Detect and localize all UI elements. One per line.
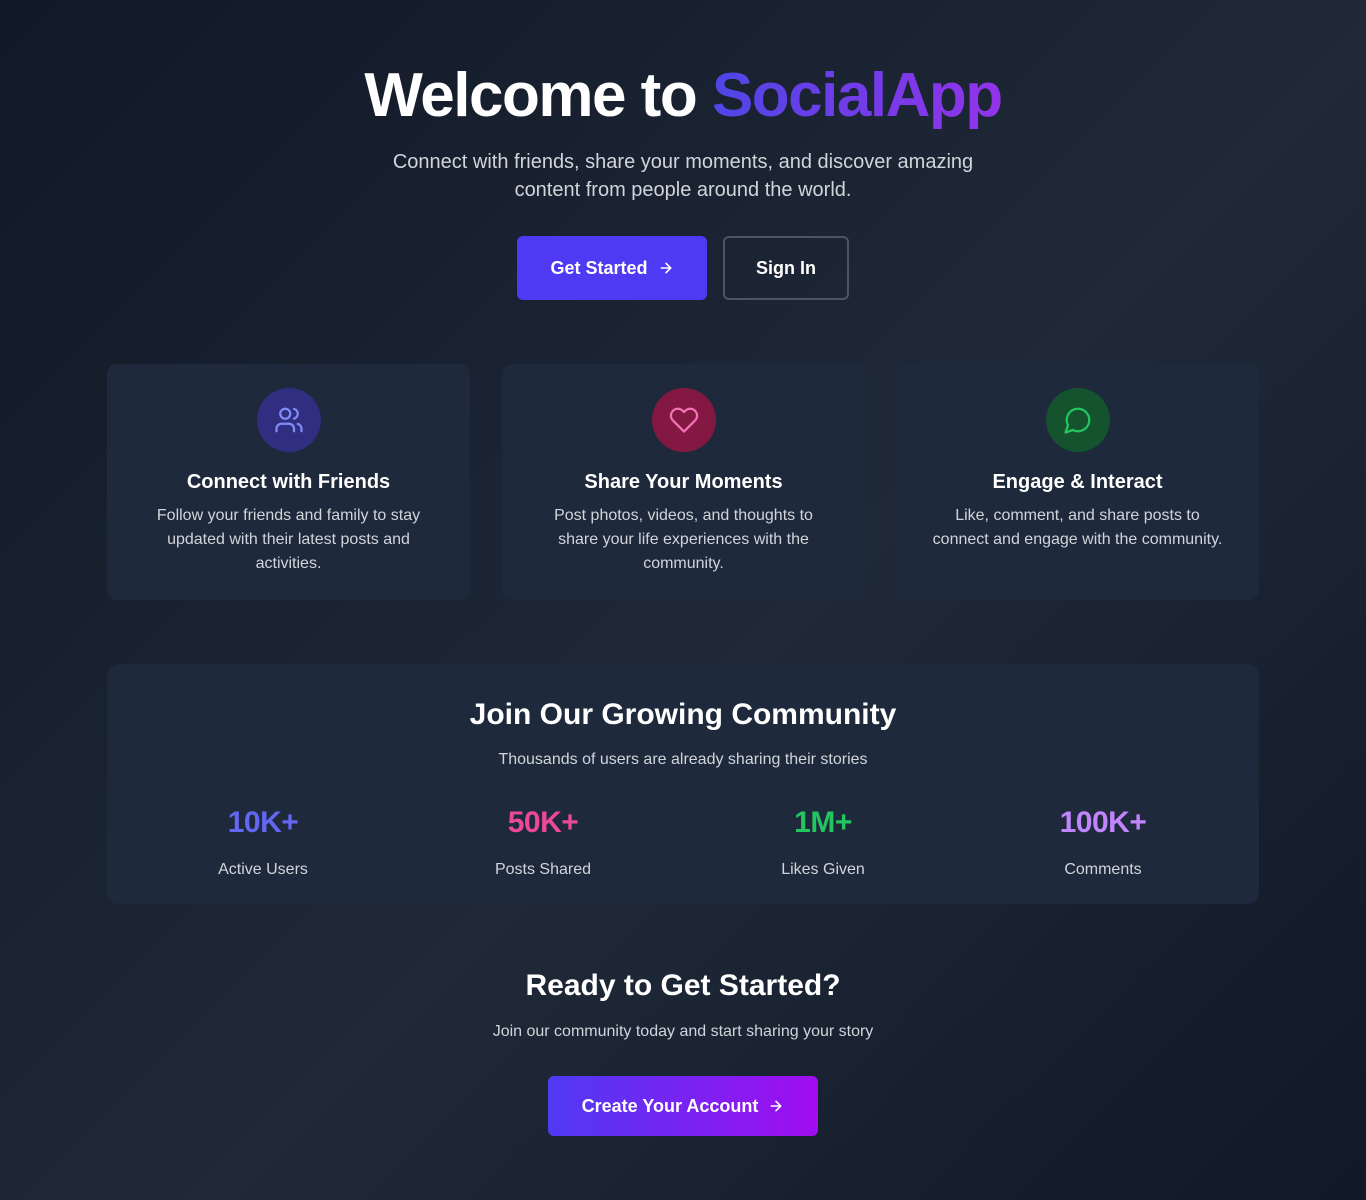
community-subtitle: Thousands of users are already sharing t…	[498, 751, 868, 768]
feature-title: Share Your Moments	[584, 471, 783, 493]
stat-label: Comments	[1064, 861, 1142, 878]
community-section: Join Our Growing Community Thousands of …	[107, 664, 1259, 904]
feature-description: Post photos, videos, and thoughts to sha…	[554, 507, 813, 572]
feature-card-engage: Engage & Interact Like, comment, and sha…	[896, 364, 1259, 600]
feature-description: Follow your friends and family to stay u…	[156, 507, 421, 572]
stat-label: Likes Given	[781, 861, 865, 878]
feature-card-connect: Connect with Friends Follow your friends…	[107, 364, 470, 600]
stat-likes-given: 1M+ Likes Given	[683, 804, 963, 880]
stat-active-users: 10K+ Active Users	[123, 804, 403, 880]
arrow-right-icon	[770, 1100, 782, 1112]
sign-in-button[interactable]: Sign In	[723, 236, 849, 300]
cta-subtitle: Join our community today and start shari…	[492, 1023, 874, 1040]
stat-label: Active Users	[218, 861, 308, 878]
title-prefix: Welcome to	[364, 61, 712, 130]
arrow-right-icon	[660, 262, 671, 274]
stat-value: 50K+	[507, 806, 579, 839]
sign-in-label: Sign In	[756, 257, 816, 278]
get-started-label: Get Started	[550, 257, 648, 278]
stat-value: 100K+	[1059, 806, 1147, 839]
hero-subtitle: Connect with friends, share your moments…	[392, 151, 974, 201]
feature-title: Engage & Interact	[992, 471, 1163, 493]
create-account-button[interactable]: Create Your Account	[548, 1076, 818, 1136]
users-icon	[257, 388, 321, 452]
stat-label: Posts Shared	[494, 861, 592, 878]
feature-title: Connect with Friends	[186, 471, 391, 493]
community-title: Join Our Growing Community	[469, 698, 897, 731]
message-circle-icon	[1046, 388, 1110, 452]
feature-description: Like, comment, and share posts to connec…	[932, 507, 1223, 548]
feature-card-share: Share Your Moments Post photos, videos, …	[502, 364, 865, 600]
brand-name: SocialApp	[711, 61, 1003, 130]
get-started-button[interactable]: Get Started	[517, 236, 707, 300]
cta-title: Ready to Get Started?	[525, 969, 841, 1002]
heart-icon	[652, 388, 716, 452]
stat-value: 10K+	[227, 806, 299, 839]
stat-value: 1M+	[794, 806, 852, 839]
page-title: Welcome to SocialApp	[0, 58, 1366, 134]
create-account-label: Create Your Account	[581, 1095, 759, 1116]
stat-comments: 100K+ Comments	[963, 804, 1243, 880]
stat-posts-shared: 50K+ Posts Shared	[403, 804, 683, 880]
